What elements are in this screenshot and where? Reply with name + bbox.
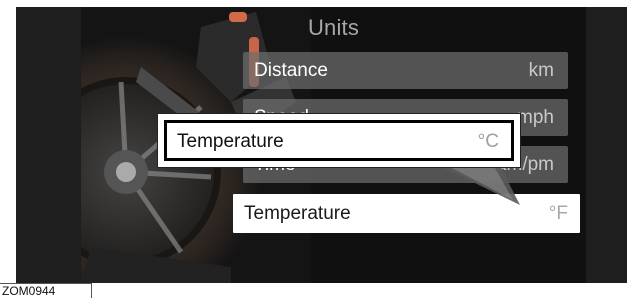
units-row-temperature-selected[interactable]: Temperature °F (233, 194, 580, 233)
row-value: mph (517, 107, 554, 128)
row-label: Temperature (244, 203, 351, 224)
page-title: Units (307, 15, 360, 40)
callout-zoom: Temperature °C (157, 113, 521, 168)
units-row-distance[interactable]: Distance km (243, 52, 568, 89)
row-value: km (528, 60, 554, 81)
callout-label: Temperature (177, 131, 284, 152)
figure-id: ZOM0944 (0, 283, 92, 298)
row-label: Distance (254, 60, 328, 81)
row-value: °F (548, 203, 568, 224)
callout-value: °C (477, 131, 499, 152)
callout-border: Temperature °C (164, 120, 514, 161)
callout-temperature-row: Temperature °C (167, 123, 511, 158)
